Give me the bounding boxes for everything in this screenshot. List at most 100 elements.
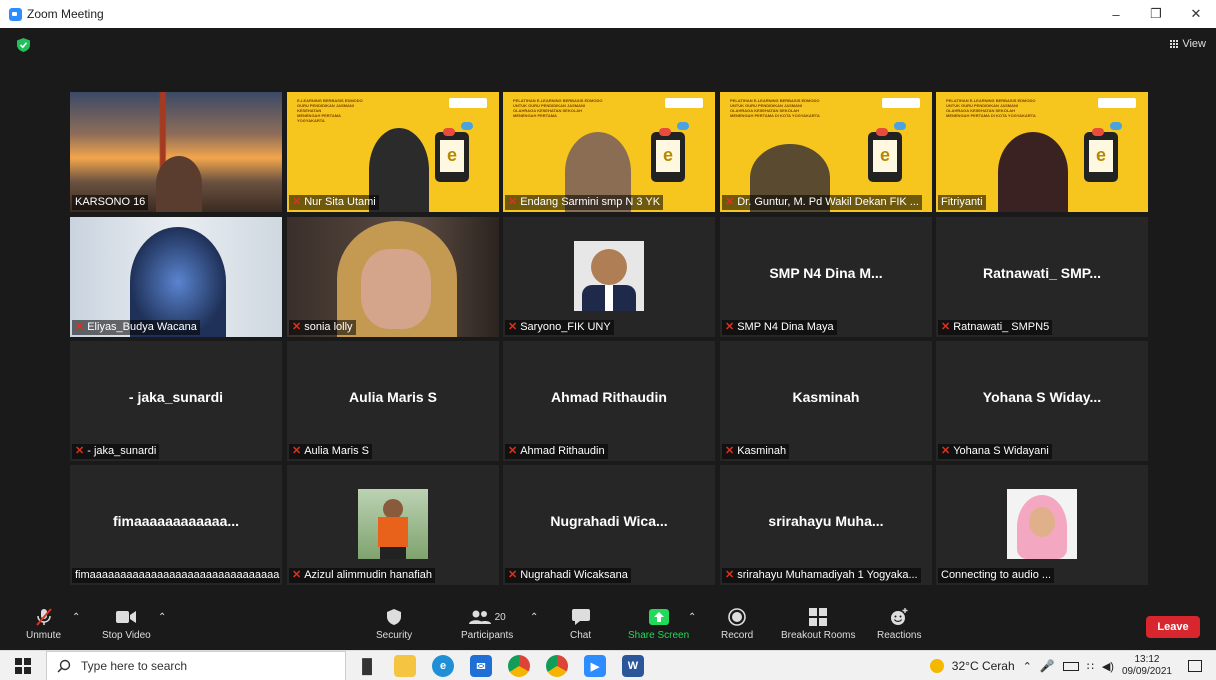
participants-button[interactable]: 20 Participants xyxy=(461,608,513,641)
participant-name-label: ✕ Azizul alimmudin hanafiah xyxy=(289,568,436,583)
taskbar-search-box[interactable]: Type here to search xyxy=(46,650,346,680)
unmute-label: Unmute xyxy=(26,630,62,641)
task-view-icon[interactable]: ▐▌ xyxy=(356,655,378,677)
smiley-reaction-icon xyxy=(890,608,908,626)
participant-tile[interactable]: SMP N4 Dina M... ✕ SMP N4 Dina Maya xyxy=(720,217,932,337)
close-button[interactable]: ✕ xyxy=(1176,0,1216,28)
participant-name-label: ✕ Endang Sarmini smp N 3 YK xyxy=(505,195,664,210)
word-icon[interactable]: W xyxy=(622,655,644,677)
participant-tile[interactable]: PELATIHAN E-LEARNING BERBASIS EDMODO UNT… xyxy=(503,92,715,212)
zoom-logo-icon xyxy=(9,7,22,21)
encryption-shield-icon[interactable] xyxy=(17,38,30,52)
security-button[interactable]: Security xyxy=(376,608,412,641)
video-options-chevron-icon[interactable]: ⌃ xyxy=(158,612,166,623)
mail-icon[interactable]: ✉ xyxy=(470,655,492,677)
participant-display-name: fimaaaaaaaaaaaa... xyxy=(112,513,240,529)
reactions-button[interactable]: Reactions xyxy=(877,608,921,641)
participant-tile[interactable]: - jaka_sunardi ✕ - jaka_sunardi xyxy=(70,341,282,461)
meeting-controls-toolbar: Unmute ⌃ Stop Video ⌃ Security 20 Partic… xyxy=(0,604,1216,650)
weather-text[interactable]: 32°C Cerah xyxy=(952,659,1015,673)
muted-mic-icon: ✕ xyxy=(292,196,302,208)
share-options-chevron-icon[interactable]: ⌃ xyxy=(688,612,696,623)
share-screen-button[interactable]: Share Screen xyxy=(628,608,689,641)
zoom-window: Zoom Meeting – ❐ ✕ View KARSONO 16 E-LEA… xyxy=(0,0,1216,680)
participant-tile[interactable]: ✕ Azizul alimmudin hanafiah xyxy=(287,465,499,585)
chat-button[interactable]: Chat xyxy=(570,608,591,641)
muted-mic-icon: ✕ xyxy=(292,569,302,581)
network-icon[interactable]: ∷ xyxy=(1087,660,1094,673)
chrome-profile-icon[interactable] xyxy=(546,655,568,677)
video-camera-icon xyxy=(116,608,137,626)
view-button[interactable]: View xyxy=(1170,38,1206,50)
muted-mic-icon: ✕ xyxy=(75,445,85,457)
participant-name-label: ✕ Dr. Guntur, M. Pd Wakil Dekan FIK ... xyxy=(722,195,922,210)
stop-video-label: Stop Video xyxy=(102,630,151,641)
participant-tile[interactable]: Ratnawati_ SMP... ✕ Ratnawati_ SMPN5 xyxy=(936,217,1148,337)
participant-name-label: ✕ Eliyas_Budya Wacana xyxy=(72,320,200,335)
security-label: Security xyxy=(376,630,413,641)
profile-picture xyxy=(1007,489,1077,559)
participant-name-label: ✕ Nugrahadi Wicaksana xyxy=(505,568,631,583)
participant-tile[interactable]: Connecting to audio ... xyxy=(936,465,1148,585)
volume-icon[interactable]: ◀) xyxy=(1102,660,1114,673)
participant-tile[interactable]: ✕ Eliyas_Budya Wacana xyxy=(70,217,282,337)
audio-options-chevron-icon[interactable]: ⌃ xyxy=(72,612,80,623)
participant-tile[interactable]: srirahayu Muha... ✕ srirahayu Muhamadiyah… xyxy=(720,465,932,585)
zoom-app-icon[interactable]: ▶ xyxy=(584,655,606,677)
participant-display-name: srirahayu Muha... xyxy=(768,513,884,529)
search-icon xyxy=(57,659,71,673)
notifications-icon[interactable] xyxy=(1188,660,1202,672)
breakout-rooms-label: Breakout Rooms xyxy=(781,630,856,641)
tray-chevron-up-icon[interactable]: ⌃ xyxy=(1023,660,1032,673)
participant-name-label: ✕ sonia lolly xyxy=(289,320,356,335)
participant-tile[interactable]: Yohana S Widay... ✕ Yohana S Widayani xyxy=(936,341,1148,461)
participant-tile[interactable]: Aulia Maris S ✕ Aulia Maris S xyxy=(287,341,499,461)
chrome-icon[interactable] xyxy=(508,655,530,677)
participant-tile[interactable]: ✕ sonia lolly xyxy=(287,217,499,337)
record-icon xyxy=(728,608,746,626)
record-button[interactable]: Record xyxy=(721,608,753,641)
muted-mic-icon: ✕ xyxy=(75,321,85,333)
unmute-button[interactable]: Unmute xyxy=(26,608,61,641)
minimize-button[interactable]: – xyxy=(1096,0,1136,28)
system-tray: 32°C Cerah ⌃ 🎤 ∷ ◀) 13:12 09/09/2021 xyxy=(929,651,1216,680)
participant-tile[interactable]: Nugrahadi Wica... ✕ Nugrahadi Wicaksana xyxy=(503,465,715,585)
leave-button[interactable]: Leave xyxy=(1146,616,1200,638)
participant-display-name: Nugrahadi Wica... xyxy=(550,513,668,529)
muted-microphone-icon xyxy=(35,608,52,626)
share-screen-arrow-icon xyxy=(648,608,669,626)
file-explorer-icon[interactable] xyxy=(394,655,416,677)
windows-start-button[interactable] xyxy=(0,651,46,680)
participant-tile[interactable]: PELATIHAN E-LEARNING BERBASIS EDMODO UNT… xyxy=(720,92,932,212)
participant-tile[interactable]: Ahmad Rithaudin ✕ Ahmad Rithaudin xyxy=(503,341,715,461)
participant-tile[interactable]: E-LEARNING BERBASIS EDMODO GURU PENDIDIKA… xyxy=(287,92,499,212)
participant-display-name: SMP N4 Dina M... xyxy=(769,265,883,281)
breakout-rooms-button[interactable]: Breakout Rooms xyxy=(781,608,855,641)
edge-browser-icon[interactable]: e xyxy=(432,655,454,677)
participant-display-name: Ratnawati_ SMP... xyxy=(982,265,1101,281)
shield-icon xyxy=(387,608,402,626)
participant-display-name: Aulia Maris S xyxy=(349,389,437,405)
view-label: View xyxy=(1182,38,1206,50)
windows-logo-icon xyxy=(15,657,31,674)
participant-display-name: Kasminah xyxy=(792,389,860,405)
title-bar: Zoom Meeting – ❐ ✕ xyxy=(0,0,1216,28)
maximize-button[interactable]: ❐ xyxy=(1136,0,1176,28)
participant-tile[interactable]: ✕ Saryono_FIK UNY xyxy=(503,217,715,337)
stop-video-button[interactable]: Stop Video xyxy=(102,608,151,641)
participant-tile-active-speaker[interactable]: PELATIHAN E-LEARNING BERBASIS EDMODO UNT… xyxy=(936,92,1148,212)
system-clock[interactable]: 13:12 09/09/2021 xyxy=(1122,654,1172,678)
chat-bubble-icon xyxy=(571,608,590,626)
participant-name-label: ✕ SMP N4 Dina Maya xyxy=(722,320,837,335)
muted-mic-icon: ✕ xyxy=(508,445,518,457)
participant-tile[interactable]: fimaaaaaaaaaaaa... fimaaaaaaaaaaaaaaaaaa… xyxy=(70,465,282,585)
muted-mic-icon: ✕ xyxy=(725,569,735,581)
participant-tile[interactable]: KARSONO 16 xyxy=(70,92,282,212)
participant-name-label: ✕ - jaka_sunardi xyxy=(72,444,160,459)
battery-icon[interactable] xyxy=(1062,661,1079,671)
microphone-tray-icon[interactable]: 🎤 xyxy=(1040,659,1055,673)
muted-mic-icon: ✕ xyxy=(725,445,735,457)
participant-tile[interactable]: Kasminah ✕ Kasminah xyxy=(720,341,932,461)
participants-options-chevron-icon[interactable]: ⌃ xyxy=(530,612,538,623)
participants-count: 20 xyxy=(494,611,506,623)
